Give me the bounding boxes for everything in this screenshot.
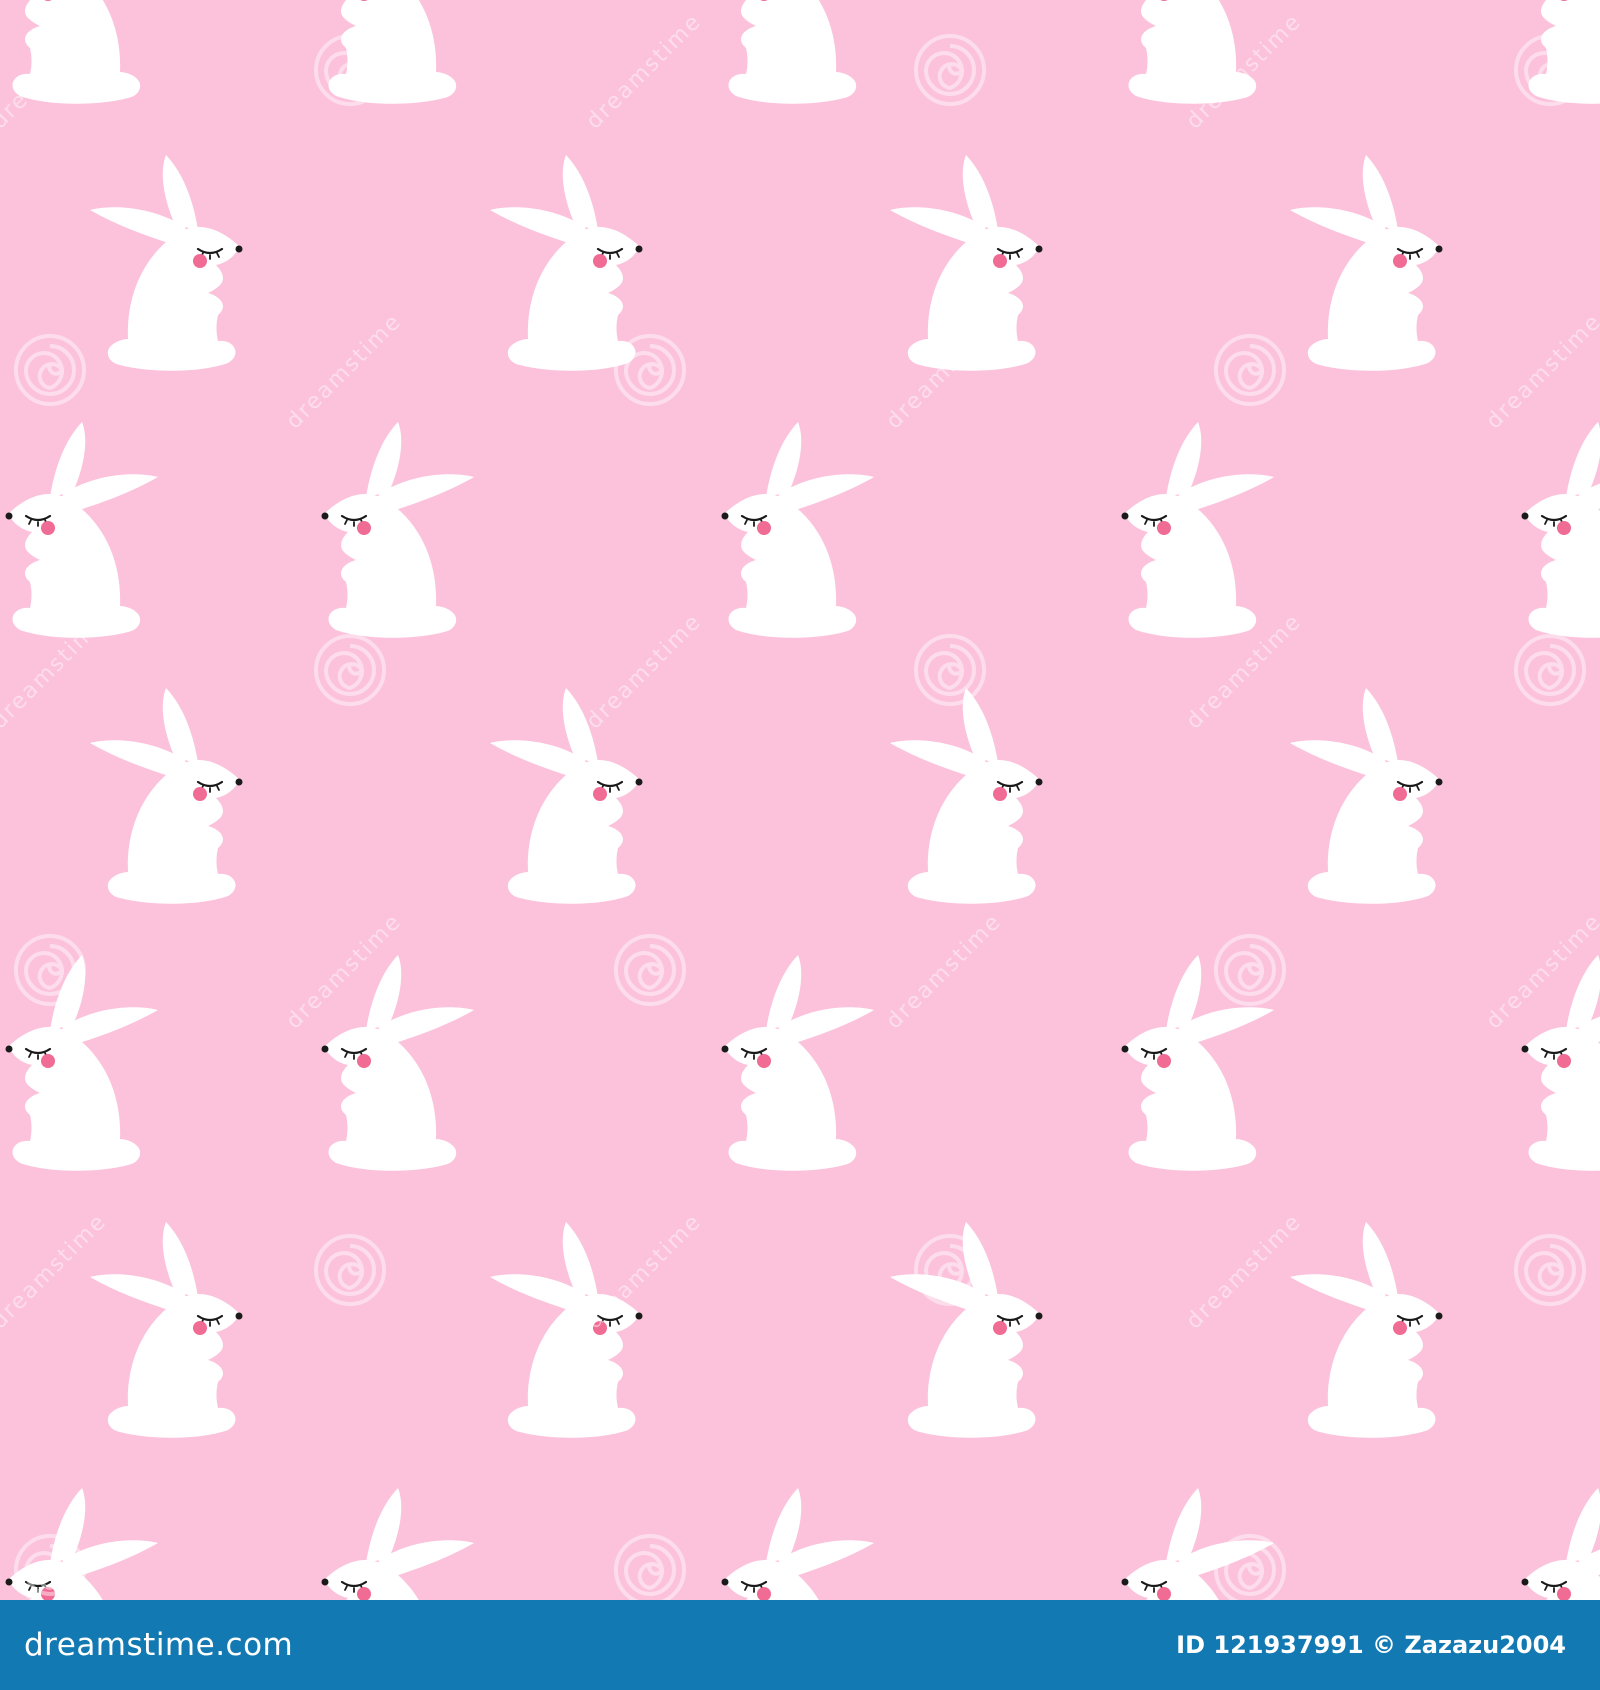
bunny-right-icon (1288, 153, 1444, 372)
watermark-text (581, 8, 707, 135)
spiral-logo-icon (14, 334, 86, 406)
bunny-right-icon (888, 686, 1044, 905)
spiral-logo-icon (314, 34, 386, 106)
watermark-text (581, 1208, 707, 1335)
spiral-logo-icon (314, 1234, 386, 1306)
spiral-logo-icon (914, 34, 986, 106)
spiral-logo-icon (614, 934, 686, 1006)
watermark-text (0, 1208, 112, 1335)
bunny-left-icon (1522, 1488, 1600, 1600)
watermark-text (281, 308, 407, 435)
bunny-right-icon (1288, 1220, 1444, 1439)
bunny-pattern-canvas: dreamstime (0, 0, 1600, 1600)
bunny-left-icon (722, 422, 875, 638)
spiral-logo-icon (914, 634, 986, 706)
spiral-logo-icon (1514, 634, 1586, 706)
bunny-right-icon (88, 686, 244, 905)
bunny-left-icon (1522, 422, 1600, 638)
spiral-logo-icon (1214, 1534, 1286, 1600)
bunny-left-icon (322, 1488, 475, 1600)
bunny-left-icon (1122, 1488, 1275, 1600)
spiral-logo-icon (1514, 34, 1586, 106)
bunny-right-icon (88, 1220, 244, 1439)
bunny-left-icon (6, 422, 159, 638)
spiral-logo-icon (614, 1534, 686, 1600)
bunny-left-icon (722, 955, 875, 1171)
spiral-logo-icon (14, 934, 86, 1006)
bunny-left-icon (1122, 422, 1275, 638)
bunny-grid (6, 0, 1600, 1600)
bunny-right-icon (488, 686, 644, 905)
bunny-left-icon (322, 422, 475, 638)
bunny-right-icon (88, 153, 244, 372)
spiral-logo-icon (1214, 334, 1286, 406)
watermark-text (1481, 308, 1600, 435)
bunny-left-icon (722, 1488, 875, 1600)
bunny-pattern: dreamstime (0, 0, 1600, 1600)
bunny-right-icon (488, 1220, 644, 1439)
watermark-text (1181, 1208, 1307, 1335)
bunny-right-icon (488, 153, 644, 372)
spiral-logo-icon (1514, 1234, 1586, 1306)
spiral-logo-icon (614, 334, 686, 406)
footer-bar: dreamstime.com ID 121937991 © Zazazu2004 (0, 1600, 1600, 1690)
bunny-left-icon (6, 955, 159, 1171)
footer-meta: ID 121937991 © Zazazu2004 (1176, 1631, 1566, 1659)
bunny-right-icon (1288, 686, 1444, 905)
copyright: © Zazazu2004 (1372, 1631, 1566, 1659)
watermark-text (881, 908, 1007, 1035)
spiral-logo-icon (914, 1234, 986, 1306)
spiral-logo-icon (1214, 934, 1286, 1006)
spiral-logo-icon (314, 634, 386, 706)
bunny-left-icon (722, 0, 875, 104)
footer-brand[interactable]: dreamstime.com (24, 1627, 293, 1663)
image-id: ID 121937991 (1176, 1631, 1364, 1659)
watermark-text (581, 608, 707, 735)
